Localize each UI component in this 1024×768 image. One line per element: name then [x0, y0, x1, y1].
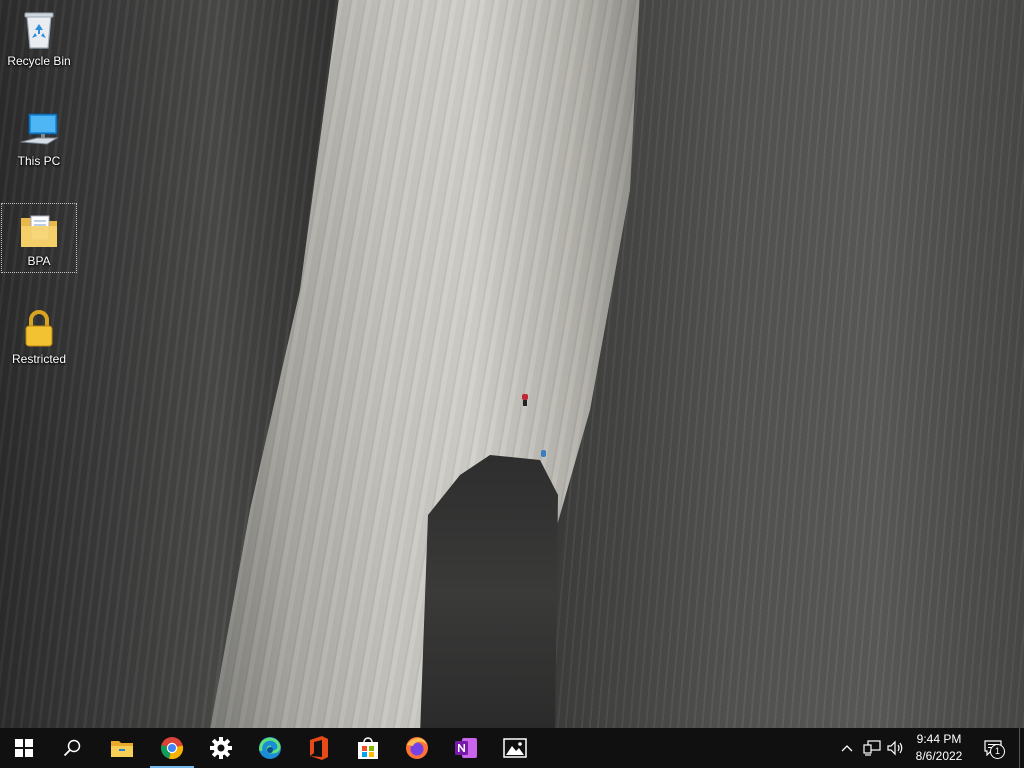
desktop-icon-bpa[interactable]: BPA — [1, 203, 77, 273]
start-button[interactable] — [0, 728, 48, 768]
chrome-icon — [161, 737, 184, 760]
computer-icon — [17, 108, 61, 152]
notification-count-badge: 1 — [990, 744, 1005, 759]
network-icon — [863, 740, 881, 756]
taskbar-onenote[interactable] — [442, 728, 490, 768]
photos-icon — [503, 738, 527, 758]
windows-icon — [15, 739, 33, 757]
show-desktop-button[interactable] — [1019, 728, 1024, 768]
action-center-button[interactable]: 1 — [978, 728, 1008, 768]
taskbar: 9:44 PM 8/6/2022 1 — [0, 728, 1024, 768]
taskbar-photos[interactable] — [491, 728, 539, 768]
wallpaper-climber — [521, 392, 529, 406]
search-icon — [63, 739, 81, 757]
desktop-icon-restricted[interactable]: Restricted — [2, 302, 76, 370]
taskbar-file-explorer[interactable] — [98, 728, 146, 768]
chevron-up-icon — [841, 745, 853, 752]
tray-volume-button[interactable] — [884, 728, 908, 768]
taskbar-chrome[interactable] — [148, 728, 196, 768]
desktop-icon-label: This PC — [17, 154, 61, 168]
store-icon — [358, 737, 378, 759]
edge-icon — [259, 737, 281, 759]
clock-date: 8/6/2022 — [915, 749, 963, 763]
taskbar-office[interactable] — [295, 728, 343, 768]
tray-overflow-button[interactable] — [836, 728, 858, 768]
folder-icon — [17, 208, 61, 252]
firefox-icon — [406, 737, 428, 759]
taskbar-clock[interactable]: 9:44 PM 8/6/2022 — [908, 731, 970, 765]
file-explorer-icon — [111, 741, 133, 757]
office-icon — [310, 736, 328, 760]
speaker-icon — [887, 740, 903, 756]
recycle-bin-icon — [17, 8, 61, 52]
desktop-icon-label: BPA — [27, 254, 51, 268]
tray-network-button[interactable] — [860, 728, 884, 768]
clock-time: 9:44 PM — [916, 732, 962, 746]
onenote-icon — [455, 738, 477, 758]
wallpaper-climber-belayer — [541, 450, 546, 457]
desktop-icon-label: Recycle Bin — [7, 54, 71, 68]
taskbar-settings[interactable] — [197, 728, 245, 768]
desktop-icon-recycle-bin[interactable]: Recycle Bin — [2, 4, 76, 72]
taskbar-store[interactable] — [344, 728, 392, 768]
desktop-icon-label: Restricted — [11, 352, 67, 366]
search-button[interactable] — [48, 728, 96, 768]
taskbar-edge[interactable] — [246, 728, 294, 768]
desktop[interactable]: Recycle Bin This PC BPA Restricted — [0, 0, 1024, 728]
desktop-icon-this-pc[interactable]: This PC — [2, 104, 76, 172]
gear-icon — [210, 737, 232, 759]
lock-icon — [17, 306, 61, 350]
taskbar-firefox[interactable] — [393, 728, 441, 768]
